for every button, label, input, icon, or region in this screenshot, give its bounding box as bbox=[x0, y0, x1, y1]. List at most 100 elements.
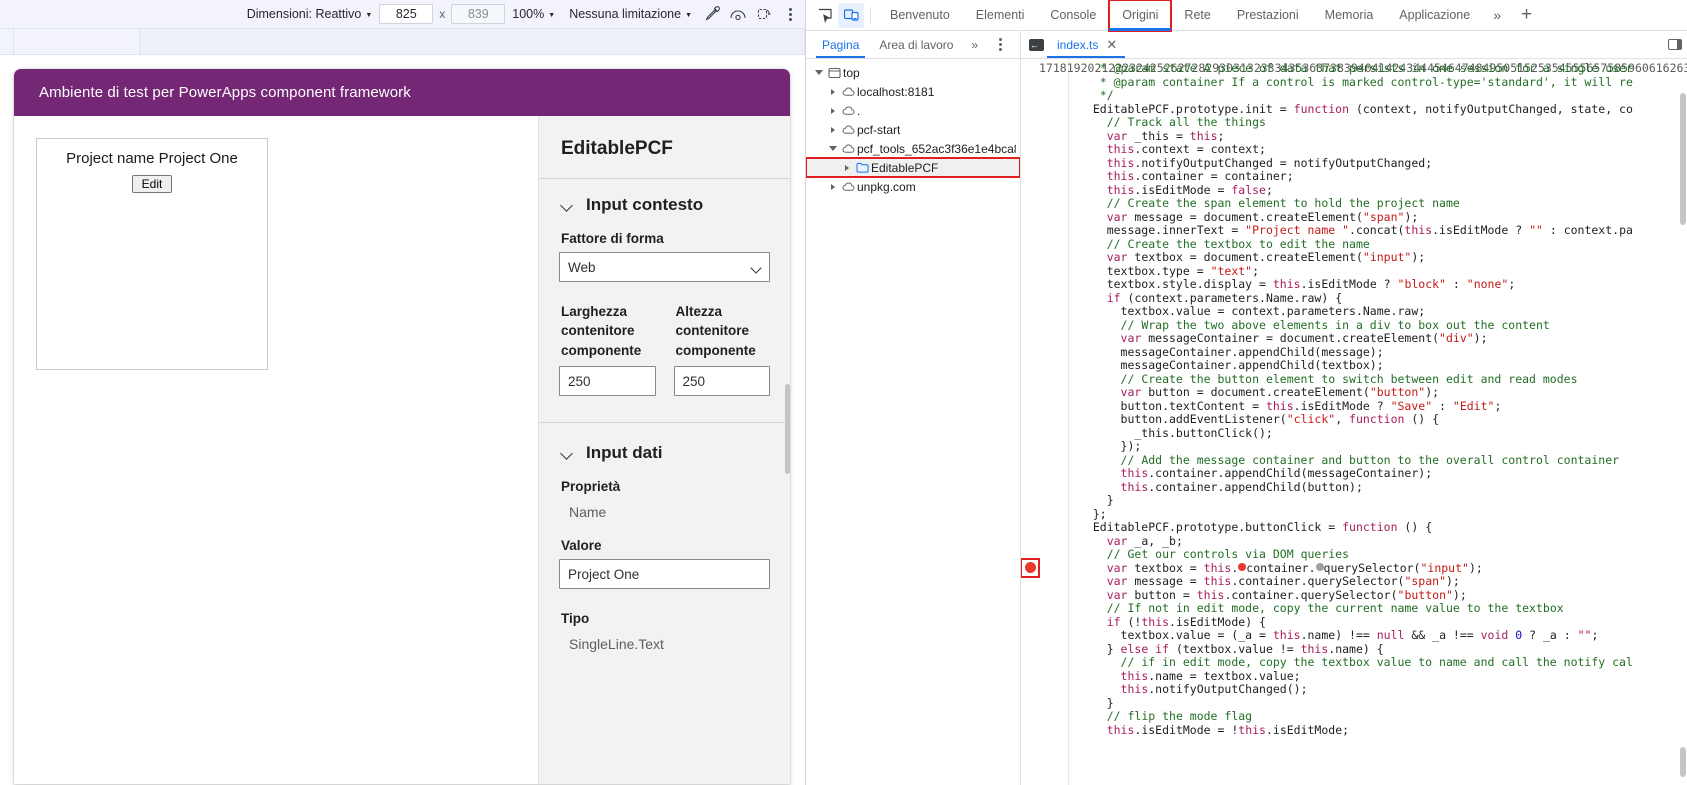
show-debugger-sidebar-icon[interactable] bbox=[1663, 31, 1687, 58]
tab-rete[interactable]: Rete bbox=[1171, 0, 1223, 31]
tab-memoria[interactable]: Memoria bbox=[1312, 0, 1387, 31]
file-navigator-tree[interactable]: top localhost:8181. pcf-start pcf_tools_652… bbox=[806, 59, 1021, 785]
subtab-area-di-lavoro[interactable]: Area di lavoro bbox=[869, 31, 963, 58]
editor-tabstrip: index.ts ✕ bbox=[1021, 31, 1687, 58]
viewport-width-input[interactable] bbox=[379, 4, 434, 24]
chevron-right-icon[interactable] bbox=[826, 107, 840, 114]
code-line: var messageContainer = document.createEl… bbox=[1120, 331, 1488, 345]
tree-node-pcf-start[interactable]: pcf-start bbox=[806, 120, 1020, 139]
dimensions-dropdown[interactable]: Dimensioni: Reattivo ▼ bbox=[240, 3, 380, 26]
code-line: messageContainer.appendChild(textbox); bbox=[1079, 358, 1384, 372]
editor-file-tab-index-ts[interactable]: index.ts ✕ bbox=[1047, 31, 1126, 58]
editable-pcf-control: Project name Project One Edit bbox=[36, 138, 268, 370]
cloud-icon bbox=[840, 143, 857, 154]
chevron-right-icon[interactable] bbox=[826, 126, 840, 133]
show-navigator-icon[interactable] bbox=[1025, 31, 1047, 58]
viewport-height-input[interactable] bbox=[451, 4, 506, 24]
eyedropper-icon[interactable] bbox=[699, 3, 725, 26]
edit-button[interactable]: Edit bbox=[131, 175, 173, 194]
code-line: // If not in edit mode, copy the current… bbox=[1106, 601, 1564, 615]
more-tabs-icon[interactable]: » bbox=[1483, 0, 1511, 31]
value-input[interactable]: Project One bbox=[559, 559, 770, 590]
code-line: // flip the mode flag bbox=[1106, 709, 1253, 723]
code-line: // Get our controls via DOM queries bbox=[1106, 547, 1350, 561]
tree-node-top[interactable]: top bbox=[806, 63, 1020, 82]
code-line: // if in edit mode, copy the textbox val… bbox=[1120, 655, 1633, 669]
tab-console[interactable]: Console bbox=[1037, 0, 1109, 31]
code-line: */ bbox=[1079, 88, 1114, 102]
editor-scrollbar-thumb-lower[interactable] bbox=[1680, 747, 1686, 777]
divider bbox=[539, 422, 790, 424]
property-label: Proprietà bbox=[561, 479, 621, 495]
code-line: this.context = context; bbox=[1106, 142, 1266, 156]
add-tab-icon[interactable]: + bbox=[1511, 0, 1542, 31]
tree-node-label: EditablePCF bbox=[871, 160, 939, 175]
ruler-cell bbox=[14, 29, 140, 54]
input-data-section-header[interactable]: Input dati bbox=[561, 443, 770, 463]
tree-node-label: localhost:8181 bbox=[857, 84, 935, 99]
code-line: if (context.parameters.Name.raw) { bbox=[1106, 290, 1343, 305]
viewport-ruler bbox=[0, 29, 805, 55]
tree-node-localhost-8181[interactable]: localhost:8181 bbox=[806, 82, 1020, 101]
navigator-more-icon[interactable]: » bbox=[963, 31, 986, 58]
input-context-section-header[interactable]: Input contesto bbox=[561, 195, 770, 215]
subtab-pagina[interactable]: Pagina bbox=[812, 31, 869, 58]
devtools-tabbar: Benvenuto Elementi Console Origini Rete … bbox=[806, 0, 1687, 32]
type-label: Tipo bbox=[561, 611, 590, 627]
source-code-text[interactable]: * @param state A piece of data that pers… bbox=[1069, 59, 1687, 785]
code-line: button.textContent = this.isEditMode ? "… bbox=[1079, 398, 1502, 413]
zoom-dropdown[interactable]: 100% ▼ bbox=[505, 3, 562, 26]
emulated-page: Ambiente di test per PowerApps component… bbox=[0, 55, 805, 785]
device-emulation-pane: Dimensioni: Reattivo ▼ x 100% ▼ Nessuna … bbox=[0, 0, 805, 785]
code-editor[interactable]: 1718192021222324252627282930313233343536… bbox=[1021, 59, 1687, 785]
tab-applicazione[interactable]: Applicazione bbox=[1386, 0, 1483, 31]
container-height-value: 250 bbox=[682, 373, 706, 389]
inline-breakpoint-dot-gray[interactable] bbox=[1315, 563, 1324, 571]
tab-benvenuto[interactable]: Benvenuto bbox=[877, 0, 963, 31]
media-queries-icon[interactable] bbox=[725, 3, 751, 26]
breakpoint-marker[interactable] bbox=[1021, 557, 1040, 578]
tree-node-pcf-tools-652ac3f36e1e4bca82[interactable]: pcf_tools_652ac3f36e1e4bca82€ bbox=[806, 139, 1020, 158]
device-toolbar-more-button[interactable] bbox=[779, 3, 801, 26]
container-height-input[interactable]: 250 bbox=[673, 366, 770, 397]
chevron-right-icon[interactable] bbox=[826, 183, 840, 190]
code-line: // Wrap the two above elements in a div … bbox=[1120, 317, 1550, 332]
tab-elementi[interactable]: Elementi bbox=[963, 0, 1038, 31]
value-label: Valore bbox=[561, 538, 602, 554]
code-line: var button = document.createElement("but… bbox=[1120, 385, 1440, 399]
form-factor-select[interactable]: Web bbox=[559, 252, 770, 282]
device-toolbar-toggle-icon[interactable] bbox=[838, 2, 864, 28]
tree-node-unpkg-com[interactable]: unpkg.com bbox=[806, 177, 1020, 196]
ruler-cell-active bbox=[140, 29, 805, 54]
close-icon[interactable]: ✕ bbox=[1106, 38, 1117, 51]
line-number-gutter: 1718192021222324252627282930313233343536… bbox=[1039, 59, 1687, 785]
sources-main: top localhost:8181. pcf-start pcf_tools_652… bbox=[806, 59, 1687, 785]
navigator-kebab-menu-icon[interactable] bbox=[990, 31, 1010, 58]
throttling-dropdown[interactable]: Nessuna limitazione ▼ bbox=[562, 3, 699, 26]
input-context-heading: Input contesto bbox=[586, 195, 704, 214]
code-line: }; bbox=[1079, 506, 1107, 521]
container-width-label: Larghezza contenitore componente bbox=[561, 304, 642, 358]
tree-node-editablepcf[interactable]: EditablePCF bbox=[806, 157, 1020, 178]
chevron-down-icon[interactable] bbox=[812, 70, 826, 75]
code-line: messageContainer.appendChild(message); bbox=[1079, 344, 1384, 359]
tree-node-label: pcf_tools_652ac3f36e1e4bca82€ bbox=[857, 141, 1016, 156]
inspect-element-icon[interactable] bbox=[812, 3, 838, 28]
code-line: this.name = textbox.value; bbox=[1120, 668, 1301, 683]
code-line: } bbox=[1079, 695, 1114, 710]
chevron-right-icon[interactable] bbox=[840, 164, 854, 171]
tab-prestazioni[interactable]: Prestazioni bbox=[1224, 0, 1312, 31]
inspector-scrollbar[interactable] bbox=[785, 384, 790, 474]
chevron-right-icon[interactable] bbox=[826, 88, 840, 95]
tree-node-[interactable]: . bbox=[806, 101, 1020, 120]
breakpoint-gutter[interactable] bbox=[1021, 59, 1040, 785]
rotate-icon[interactable] bbox=[751, 3, 777, 26]
code-line: this.notifyOutputChanged(); bbox=[1120, 682, 1308, 696]
editor-scrollbar-thumb[interactable] bbox=[1680, 93, 1686, 225]
chevron-down-icon[interactable] bbox=[826, 146, 840, 151]
container-width-input[interactable]: 250 bbox=[559, 366, 656, 397]
tree-node-label: top bbox=[843, 65, 860, 80]
tab-origini[interactable]: Origini bbox=[1108, 0, 1173, 32]
navigator-subtabs: Pagina Area di lavoro » bbox=[806, 31, 1021, 58]
tree-node-label: unpkg.com bbox=[857, 179, 916, 194]
